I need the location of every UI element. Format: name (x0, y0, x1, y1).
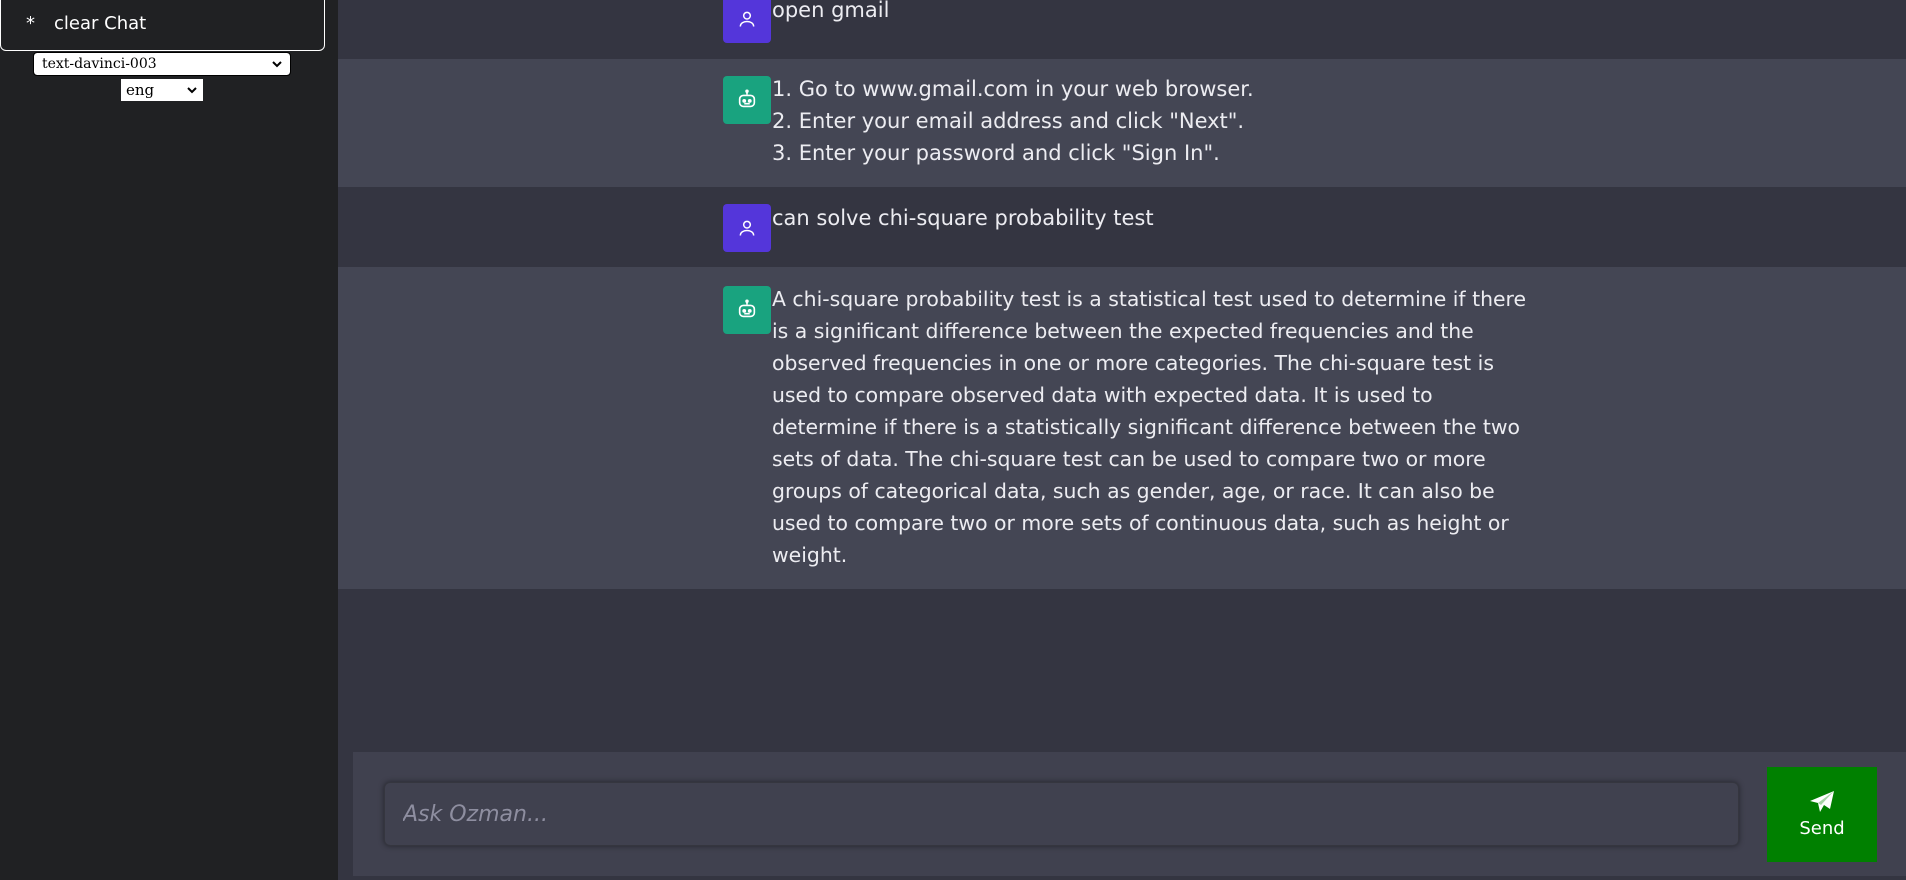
user-avatar (723, 0, 771, 43)
model-select[interactable]: text-davinci-003 (33, 52, 291, 76)
chat-input[interactable] (403, 801, 1720, 827)
paper-plane-icon (1810, 791, 1834, 812)
robot-icon (738, 89, 756, 108)
user-avatar (723, 204, 771, 252)
clear-chat-star: * (26, 13, 35, 34)
bot-avatar (723, 286, 771, 334)
language-select-value: eng (126, 81, 155, 99)
clear-chat-button[interactable]: * clear Chat (0, 0, 325, 51)
send-button-label: Send (1799, 818, 1845, 839)
chat-message-user: open gmail (338, 0, 1906, 59)
message-text: A chi-square probability test is a stati… (772, 287, 1533, 567)
model-select-value: text-davinci-003 (42, 56, 157, 72)
sidebar: * clear Chat text-davinci-003 eng (0, 0, 338, 880)
language-select[interactable]: eng (121, 79, 203, 101)
message-text: open gmail (772, 0, 890, 22)
chat-message-bot: 1. Go to www.gmail.com in your web brows… (338, 59, 1906, 187)
user-icon (739, 220, 755, 236)
chat-input-wrapper (384, 782, 1739, 846)
chevron-down-icon (272, 61, 282, 68)
send-button[interactable]: Send (1767, 767, 1877, 862)
chat-message-user: can solve chi-square probability test (338, 187, 1906, 267)
robot-icon (738, 299, 756, 318)
bot-avatar (723, 76, 771, 124)
message-text: 1. Go to www.gmail.com in your web brows… (772, 77, 1254, 165)
user-icon (739, 11, 755, 27)
chat-area: open gmail 1. Go to www.gmail.com in you… (338, 0, 1906, 880)
clear-chat-label: clear Chat (54, 13, 147, 34)
composer-bar: Send (353, 752, 1906, 876)
chevron-down-icon (187, 87, 197, 94)
chat-message-bot: A chi-square probability test is a stati… (338, 267, 1906, 589)
message-text: can solve chi-square probability test (772, 206, 1154, 230)
